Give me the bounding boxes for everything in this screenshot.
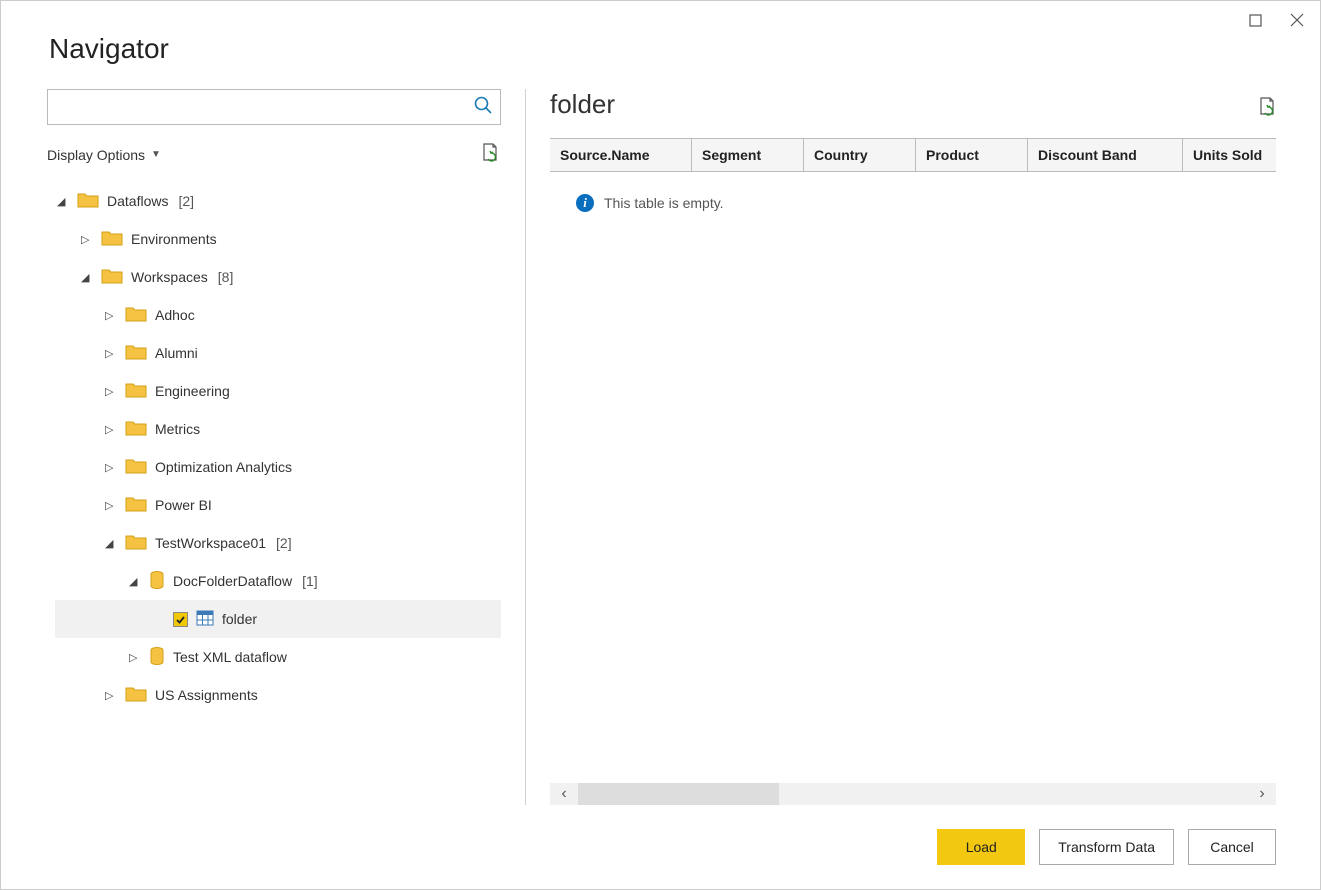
tree-count: [2] xyxy=(178,193,194,209)
preview-title: folder xyxy=(550,89,615,120)
expander-icon[interactable]: ◢ xyxy=(81,271,93,284)
database-icon xyxy=(149,647,165,668)
empty-table-message: i This table is empty. xyxy=(550,172,1276,212)
column-header[interactable]: Discount Band xyxy=(1028,139,1183,172)
empty-text: This table is empty. xyxy=(604,195,724,211)
transform-data-button[interactable]: Transform Data xyxy=(1039,829,1174,865)
column-header[interactable]: Source.Name xyxy=(550,139,692,172)
folder-icon xyxy=(125,496,147,515)
column-header[interactable]: Units Sold xyxy=(1183,139,1276,172)
tree-label: Workspaces xyxy=(131,269,208,285)
expander-icon[interactable]: ◢ xyxy=(105,537,117,550)
folder-icon xyxy=(125,306,147,325)
refresh-preview-icon[interactable] xyxy=(1258,97,1276,120)
database-icon xyxy=(149,571,165,592)
display-options-label: Display Options xyxy=(47,147,145,163)
tree-node-adhoc[interactable]: ▷ Adhoc xyxy=(55,296,501,334)
scrollbar-thumb[interactable] xyxy=(578,783,779,805)
dialog-title: Navigator xyxy=(1,1,1320,65)
scroll-left-icon[interactable]: ‹ xyxy=(550,785,578,803)
expander-icon[interactable]: ◢ xyxy=(129,575,141,588)
tree-node-engineering[interactable]: ▷ Engineering xyxy=(55,372,501,410)
folder-icon xyxy=(125,420,147,439)
tree-label: TestWorkspace01 xyxy=(155,535,266,551)
tree-label: DocFolderDataflow xyxy=(173,573,292,589)
cancel-button[interactable]: Cancel xyxy=(1188,829,1276,865)
tree-label: Engineering xyxy=(155,383,230,399)
tree-node-testworkspace01[interactable]: ◢ TestWorkspace01 [2] xyxy=(55,524,501,562)
preview-column-headers: Source.Name Segment Country Product Disc… xyxy=(550,139,1276,172)
folder-icon xyxy=(125,534,147,553)
maximize-button[interactable] xyxy=(1246,11,1264,29)
load-button[interactable]: Load xyxy=(937,829,1025,865)
expander-icon[interactable]: ▷ xyxy=(129,651,141,664)
folder-icon xyxy=(101,268,123,287)
folder-icon xyxy=(125,382,147,401)
expander-icon[interactable]: ▷ xyxy=(105,461,117,474)
folder-icon xyxy=(125,686,147,705)
folder-icon xyxy=(125,344,147,363)
chevron-down-icon: ▼ xyxy=(151,149,161,160)
tree-count: [2] xyxy=(276,535,292,551)
tree-node-workspaces[interactable]: ◢ Workspaces [8] xyxy=(55,258,501,296)
tree-node-usassignments[interactable]: ▷ US Assignments xyxy=(55,676,501,714)
expander-icon[interactable]: ▷ xyxy=(81,233,93,246)
tree-label: Adhoc xyxy=(155,307,195,323)
tree-label: Optimization Analytics xyxy=(155,459,292,475)
tree-node-metrics[interactable]: ▷ Metrics xyxy=(55,410,501,448)
close-button[interactable] xyxy=(1288,11,1306,29)
folder-icon xyxy=(101,230,123,249)
tree-count: [1] xyxy=(302,573,318,589)
column-header[interactable]: Segment xyxy=(692,139,804,172)
tree-node-folder[interactable]: folder xyxy=(55,600,501,638)
tree-node-optimization[interactable]: ▷ Optimization Analytics xyxy=(55,448,501,486)
tree-node-dataflows[interactable]: ◢ Dataflows [2] xyxy=(55,182,501,220)
navigator-tree: ◢ Dataflows [2] ▷ Environments ◢ xyxy=(47,182,501,805)
refresh-tree-icon[interactable] xyxy=(481,143,499,166)
tree-label: Environments xyxy=(131,231,217,247)
expander-icon[interactable]: ▷ xyxy=(105,347,117,360)
search-icon[interactable] xyxy=(473,95,493,118)
expander-icon[interactable]: ▷ xyxy=(105,309,117,322)
tree-label: US Assignments xyxy=(155,687,258,703)
tree-label: Test XML dataflow xyxy=(173,649,287,665)
folder-icon xyxy=(125,458,147,477)
scroll-right-icon[interactable]: › xyxy=(1248,785,1276,803)
tree-label: Alumni xyxy=(155,345,198,361)
column-header[interactable]: Country xyxy=(804,139,916,172)
expander-icon[interactable]: ◢ xyxy=(57,195,69,208)
display-options-dropdown[interactable]: Display Options ▼ xyxy=(47,147,161,163)
tree-node-docfolderdataflow[interactable]: ◢ DocFolderDataflow [1] xyxy=(55,562,501,600)
tree-label: Metrics xyxy=(155,421,200,437)
tree-count: [8] xyxy=(218,269,234,285)
tree-node-alumni[interactable]: ▷ Alumni xyxy=(55,334,501,372)
expander-icon[interactable]: ▷ xyxy=(105,689,117,702)
expander-icon[interactable]: ▷ xyxy=(105,499,117,512)
tree-label: Dataflows xyxy=(107,193,168,209)
checkbox-checked-icon[interactable] xyxy=(173,612,188,627)
tree-label: folder xyxy=(222,611,257,627)
column-header[interactable]: Product xyxy=(916,139,1028,172)
table-icon xyxy=(196,610,214,629)
tree-node-environments[interactable]: ▷ Environments xyxy=(55,220,501,258)
expander-icon[interactable]: ▷ xyxy=(105,423,117,436)
folder-icon xyxy=(77,192,99,211)
horizontal-scrollbar[interactable]: ‹ › xyxy=(550,783,1276,805)
expander-icon[interactable]: ▷ xyxy=(105,385,117,398)
tree-label: Power BI xyxy=(155,497,212,513)
search-input[interactable] xyxy=(47,89,501,125)
info-icon: i xyxy=(576,194,594,212)
pane-divider xyxy=(525,89,526,805)
tree-node-testxml[interactable]: ▷ Test XML dataflow xyxy=(55,638,501,676)
tree-node-powerbi[interactable]: ▷ Power BI xyxy=(55,486,501,524)
